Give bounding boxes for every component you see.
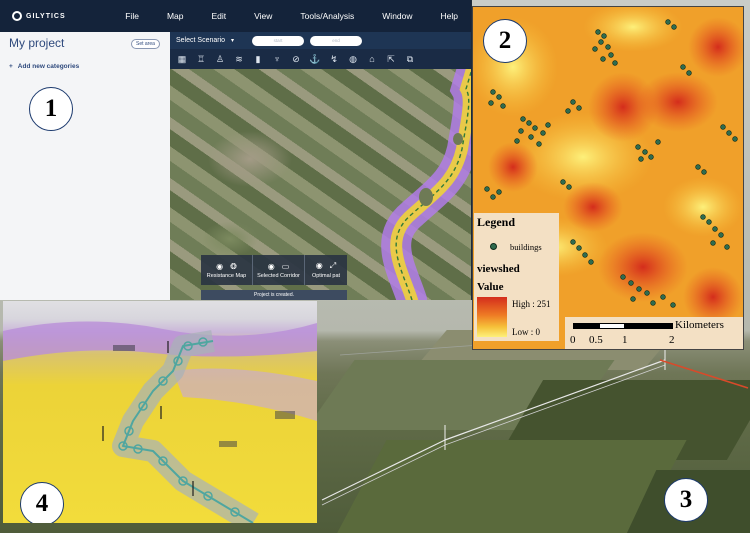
resistance-map-label: Resistance Map xyxy=(206,272,247,279)
legend-title: Legend xyxy=(477,215,516,229)
map-toolbar: ▦ ♖ ♙ ≋ ▮ ♆ ⊘ ⚓ ↯ ◍ ⌂ ⇱ ⧉ xyxy=(170,49,471,69)
legend-low-label: Low : 0 xyxy=(512,327,540,337)
scale-tick-label: 2 xyxy=(669,334,675,346)
chevron-down-icon[interactable]: ▾ xyxy=(231,37,234,44)
menu-map[interactable]: Map xyxy=(153,11,198,21)
plus-icon: + xyxy=(9,63,13,70)
panel-number-badge: 1 xyxy=(29,87,73,131)
scenario-bar: Select Scenario ▾ start end xyxy=(170,32,471,49)
high-visibility-zone xyxy=(588,72,658,142)
cylinder-icon[interactable]: ▮ xyxy=(250,52,266,66)
corridor-icon: ▭ xyxy=(281,261,290,271)
power-line xyxy=(444,359,666,441)
add-categories-button[interactable]: + Add new categories xyxy=(9,63,79,70)
panel-number-badge: 2 xyxy=(483,19,527,63)
selected-corridor-label: Selected Corridor xyxy=(257,272,300,279)
terrain-purple-zone xyxy=(173,368,317,421)
menu-window[interactable]: Window xyxy=(368,11,426,21)
menu-file[interactable]: File xyxy=(111,11,153,21)
route-icon[interactable]: ↯ xyxy=(326,52,342,66)
resistance-map-button[interactable]: ◉ ❂ Resistance Map xyxy=(201,255,253,285)
legend-color-ramp xyxy=(477,297,507,337)
legend-high-label: High : 251 xyxy=(512,299,551,309)
low-visibility-zone xyxy=(663,177,743,237)
building-block xyxy=(219,441,237,447)
optimal-path-button[interactable]: ◉ ⤢ Optimal pat xyxy=(305,255,347,285)
scale-tick-label: 1 xyxy=(622,334,628,346)
select-scenario-label[interactable]: Select Scenario xyxy=(176,37,225,44)
add-categories-label: Add new categories xyxy=(17,63,80,70)
menu-edit[interactable]: Edit xyxy=(197,11,240,21)
brand-name: GILYTICS xyxy=(26,12,66,20)
scale-segment xyxy=(625,323,673,329)
road-line xyxy=(339,344,481,356)
planned-route-line xyxy=(659,359,749,389)
share-icon[interactable]: ⧉ xyxy=(402,52,418,66)
power-line xyxy=(321,439,446,501)
legend-layer-title: viewshed xyxy=(477,263,520,275)
menu-bar: GILYTICS File Map Edit View Tools/Analys… xyxy=(0,0,471,32)
set-area-button[interactable]: Set area xyxy=(131,39,160,49)
map-layers-icon[interactable]: ▦ xyxy=(174,52,190,66)
tower-icon[interactable]: ♖ xyxy=(193,52,209,66)
viewshed-map-panel: 2 Legend buildings viewshed Value High :… xyxy=(472,6,744,350)
selected-corridor-button[interactable]: ◉ ▭ Selected Corridor xyxy=(253,255,305,285)
optimal-path-label: Optimal pat xyxy=(311,273,341,279)
scale-tick-label: 0.5 xyxy=(589,334,603,346)
project-sidebar: My project Set area + Add new categories… xyxy=(0,32,170,300)
layers-stack-icon[interactable]: ≋ xyxy=(231,52,247,66)
scale-segment xyxy=(573,323,599,329)
resistance-map-icon: ❂ xyxy=(230,261,237,271)
eye-icon[interactable]: ◉ xyxy=(216,262,223,271)
corridor-hole xyxy=(419,188,433,206)
walker-icon[interactable]: ♙ xyxy=(212,52,228,66)
high-visibility-zone xyxy=(598,232,688,302)
scale-tick-label: 0 xyxy=(570,334,576,346)
building-block xyxy=(275,411,295,419)
corridor-3d-view-panel: 4 xyxy=(3,301,317,523)
scale-unit-label: Kilometers xyxy=(675,319,724,331)
scale-segment xyxy=(599,323,625,329)
panel-number-badge: 4 xyxy=(20,482,64,523)
map-view[interactable]: Select Scenario ▾ start end ▦ ♖ ♙ ≋ ▮ ♆ … xyxy=(170,32,471,300)
corridor-overlay xyxy=(381,69,471,300)
gilytics-app-window: GILYTICS File Map Edit View Tools/Analys… xyxy=(0,0,472,300)
scenario-end-input[interactable]: end xyxy=(310,35,363,46)
menu-help[interactable]: Help xyxy=(427,11,471,21)
corridor-hole xyxy=(453,133,463,145)
app-logo: GILYTICS xyxy=(12,11,111,21)
power-line xyxy=(321,444,446,506)
scale-bar: Kilometers 0 0.5 1 2 xyxy=(565,317,743,349)
buildings-symbol-icon xyxy=(490,243,497,250)
legend-value-title: Value xyxy=(477,281,504,293)
no-entry-icon[interactable]: ⊘ xyxy=(288,52,304,66)
menu-tools-analysis[interactable]: Tools/Analysis xyxy=(286,11,368,21)
terrain-purple-zone xyxy=(3,321,317,361)
scenario-start-input[interactable]: start xyxy=(252,35,305,46)
panel-number-badge: 3 xyxy=(664,478,708,522)
status-toast: Project is created. xyxy=(201,290,347,300)
corridor-band xyxy=(381,69,471,300)
menu-view[interactable]: View xyxy=(240,11,286,21)
globe-icon[interactable]: ◍ xyxy=(345,52,361,66)
high-visibility-zone xyxy=(563,182,623,232)
logo-mark-icon xyxy=(12,11,22,21)
corridor-buffer xyxy=(112,330,259,523)
main-menu: File Map Edit View Tools/Analysis Window… xyxy=(111,11,471,21)
legend-buildings-label: buildings xyxy=(510,242,542,252)
page-title: My project xyxy=(9,36,65,50)
path-icon: ⤢ xyxy=(329,261,337,270)
power-line xyxy=(444,364,666,446)
eye-icon[interactable]: ◉ xyxy=(268,262,275,271)
eye-icon[interactable]: ◉ xyxy=(316,261,323,271)
building-block xyxy=(113,345,135,351)
pylon-icon[interactable]: ♆ xyxy=(269,52,285,66)
high-visibility-zone xyxy=(488,142,538,192)
pin-icon[interactable]: ⌂ xyxy=(364,52,380,66)
analysis-bar: ◉ ❂ Resistance Map ◉ ▭ Selected Corridor ◉… xyxy=(201,255,347,285)
export-icon[interactable]: ⇱ xyxy=(383,52,399,66)
map-legend: Legend buildings viewshed Value High : 2… xyxy=(474,213,559,341)
anchor-icon[interactable]: ⚓ xyxy=(307,52,323,66)
